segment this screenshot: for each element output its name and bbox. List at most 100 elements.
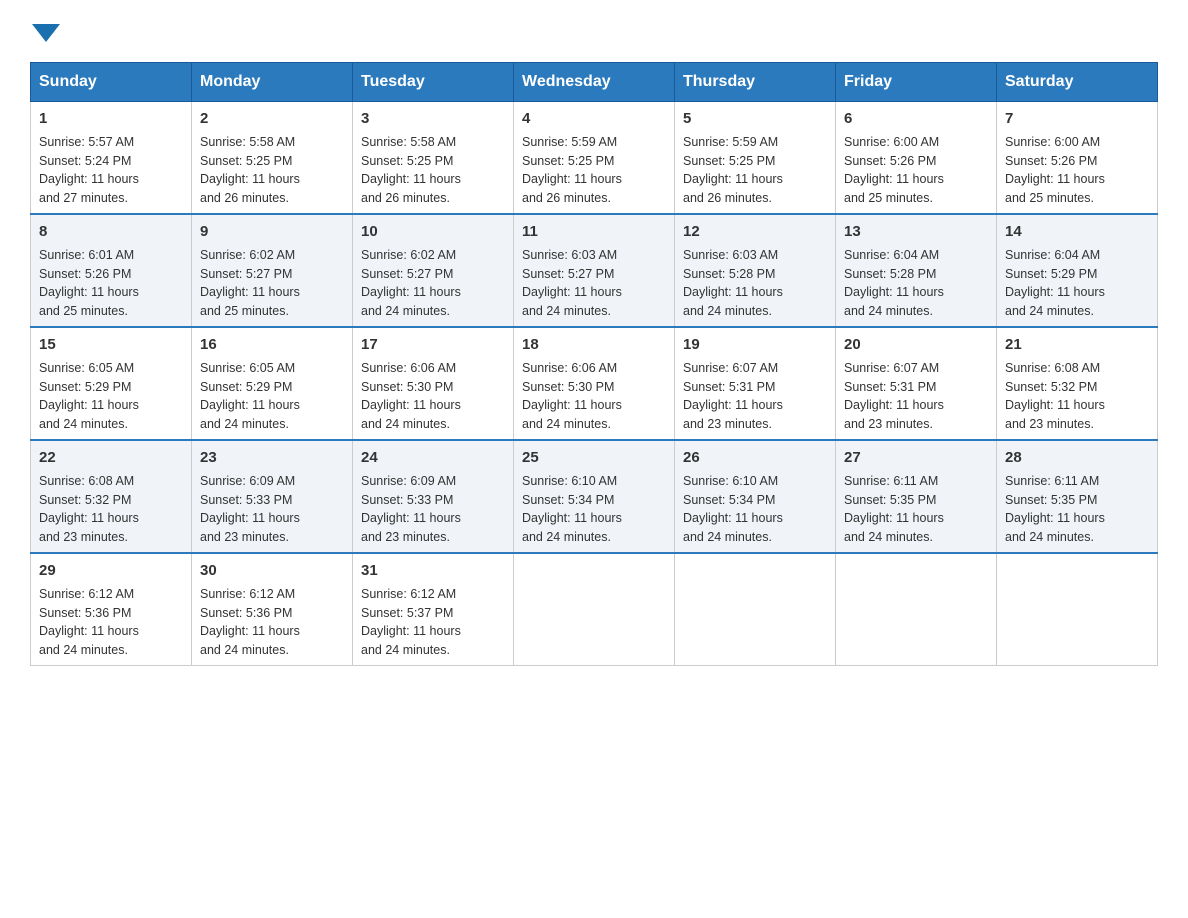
- day-number: 2: [200, 108, 344, 129]
- day-number: 11: [522, 221, 666, 242]
- day-number: 15: [39, 334, 183, 355]
- day-number: 16: [200, 334, 344, 355]
- day-number: 7: [1005, 108, 1149, 129]
- day-cell: 11 Sunrise: 6:03 AMSunset: 5:27 PMDaylig…: [514, 214, 675, 327]
- day-info: Sunrise: 6:11 AMSunset: 5:35 PMDaylight:…: [844, 474, 944, 544]
- day-info: Sunrise: 6:03 AMSunset: 5:27 PMDaylight:…: [522, 248, 622, 318]
- day-info: Sunrise: 5:58 AMSunset: 5:25 PMDaylight:…: [200, 135, 300, 205]
- day-cell: 21 Sunrise: 6:08 AMSunset: 5:32 PMDaylig…: [997, 327, 1158, 440]
- column-header-tuesday: Tuesday: [353, 63, 514, 102]
- day-number: 3: [361, 108, 505, 129]
- day-cell: 26 Sunrise: 6:10 AMSunset: 5:34 PMDaylig…: [675, 440, 836, 553]
- day-cell: 28 Sunrise: 6:11 AMSunset: 5:35 PMDaylig…: [997, 440, 1158, 553]
- day-cell: 17 Sunrise: 6:06 AMSunset: 5:30 PMDaylig…: [353, 327, 514, 440]
- day-info: Sunrise: 6:09 AMSunset: 5:33 PMDaylight:…: [200, 474, 300, 544]
- logo-arrow-icon: [32, 24, 60, 42]
- day-cell: 7 Sunrise: 6:00 AMSunset: 5:26 PMDayligh…: [997, 102, 1158, 215]
- day-number: 22: [39, 447, 183, 468]
- column-header-wednesday: Wednesday: [514, 63, 675, 102]
- day-info: Sunrise: 6:06 AMSunset: 5:30 PMDaylight:…: [522, 361, 622, 431]
- day-cell: 27 Sunrise: 6:11 AMSunset: 5:35 PMDaylig…: [836, 440, 997, 553]
- day-number: 1: [39, 108, 183, 129]
- week-row-4: 22 Sunrise: 6:08 AMSunset: 5:32 PMDaylig…: [31, 440, 1158, 553]
- day-info: Sunrise: 6:03 AMSunset: 5:28 PMDaylight:…: [683, 248, 783, 318]
- day-number: 30: [200, 560, 344, 581]
- day-info: Sunrise: 6:02 AMSunset: 5:27 PMDaylight:…: [361, 248, 461, 318]
- day-number: 12: [683, 221, 827, 242]
- day-number: 18: [522, 334, 666, 355]
- day-info: Sunrise: 6:07 AMSunset: 5:31 PMDaylight:…: [844, 361, 944, 431]
- day-number: 5: [683, 108, 827, 129]
- day-cell: 10 Sunrise: 6:02 AMSunset: 5:27 PMDaylig…: [353, 214, 514, 327]
- day-cell: 2 Sunrise: 5:58 AMSunset: 5:25 PMDayligh…: [192, 102, 353, 215]
- week-row-5: 29 Sunrise: 6:12 AMSunset: 5:36 PMDaylig…: [31, 553, 1158, 666]
- day-cell: 9 Sunrise: 6:02 AMSunset: 5:27 PMDayligh…: [192, 214, 353, 327]
- day-info: Sunrise: 5:59 AMSunset: 5:25 PMDaylight:…: [522, 135, 622, 205]
- calendar-table: SundayMondayTuesdayWednesdayThursdayFrid…: [30, 62, 1158, 666]
- day-cell: [836, 553, 997, 666]
- day-number: 26: [683, 447, 827, 468]
- column-header-sunday: Sunday: [31, 63, 192, 102]
- day-cell: 31 Sunrise: 6:12 AMSunset: 5:37 PMDaylig…: [353, 553, 514, 666]
- day-cell: [514, 553, 675, 666]
- day-info: Sunrise: 6:01 AMSunset: 5:26 PMDaylight:…: [39, 248, 139, 318]
- column-header-saturday: Saturday: [997, 63, 1158, 102]
- day-info: Sunrise: 6:08 AMSunset: 5:32 PMDaylight:…: [39, 474, 139, 544]
- day-number: 13: [844, 221, 988, 242]
- day-number: 8: [39, 221, 183, 242]
- day-cell: 12 Sunrise: 6:03 AMSunset: 5:28 PMDaylig…: [675, 214, 836, 327]
- day-cell: 4 Sunrise: 5:59 AMSunset: 5:25 PMDayligh…: [514, 102, 675, 215]
- day-number: 27: [844, 447, 988, 468]
- day-cell: 5 Sunrise: 5:59 AMSunset: 5:25 PMDayligh…: [675, 102, 836, 215]
- day-number: 19: [683, 334, 827, 355]
- week-row-1: 1 Sunrise: 5:57 AMSunset: 5:24 PMDayligh…: [31, 102, 1158, 215]
- day-info: Sunrise: 5:59 AMSunset: 5:25 PMDaylight:…: [683, 135, 783, 205]
- day-info: Sunrise: 6:10 AMSunset: 5:34 PMDaylight:…: [522, 474, 622, 544]
- day-info: Sunrise: 6:10 AMSunset: 5:34 PMDaylight:…: [683, 474, 783, 544]
- day-cell: 13 Sunrise: 6:04 AMSunset: 5:28 PMDaylig…: [836, 214, 997, 327]
- day-cell: 23 Sunrise: 6:09 AMSunset: 5:33 PMDaylig…: [192, 440, 353, 553]
- day-cell: 6 Sunrise: 6:00 AMSunset: 5:26 PMDayligh…: [836, 102, 997, 215]
- week-row-3: 15 Sunrise: 6:05 AMSunset: 5:29 PMDaylig…: [31, 327, 1158, 440]
- day-info: Sunrise: 6:00 AMSunset: 5:26 PMDaylight:…: [844, 135, 944, 205]
- day-cell: 8 Sunrise: 6:01 AMSunset: 5:26 PMDayligh…: [31, 214, 192, 327]
- logo: [30, 20, 60, 42]
- day-cell: 22 Sunrise: 6:08 AMSunset: 5:32 PMDaylig…: [31, 440, 192, 553]
- day-info: Sunrise: 6:09 AMSunset: 5:33 PMDaylight:…: [361, 474, 461, 544]
- day-number: 9: [200, 221, 344, 242]
- day-number: 14: [1005, 221, 1149, 242]
- day-cell: 29 Sunrise: 6:12 AMSunset: 5:36 PMDaylig…: [31, 553, 192, 666]
- day-number: 20: [844, 334, 988, 355]
- day-info: Sunrise: 6:04 AMSunset: 5:29 PMDaylight:…: [1005, 248, 1105, 318]
- day-number: 21: [1005, 334, 1149, 355]
- day-cell: 25 Sunrise: 6:10 AMSunset: 5:34 PMDaylig…: [514, 440, 675, 553]
- day-info: Sunrise: 6:11 AMSunset: 5:35 PMDaylight:…: [1005, 474, 1105, 544]
- header-row: SundayMondayTuesdayWednesdayThursdayFrid…: [31, 63, 1158, 102]
- day-cell: [997, 553, 1158, 666]
- column-header-thursday: Thursday: [675, 63, 836, 102]
- day-cell: 20 Sunrise: 6:07 AMSunset: 5:31 PMDaylig…: [836, 327, 997, 440]
- day-number: 24: [361, 447, 505, 468]
- day-info: Sunrise: 6:12 AMSunset: 5:36 PMDaylight:…: [39, 587, 139, 657]
- day-number: 23: [200, 447, 344, 468]
- day-cell: 30 Sunrise: 6:12 AMSunset: 5:36 PMDaylig…: [192, 553, 353, 666]
- day-info: Sunrise: 5:58 AMSunset: 5:25 PMDaylight:…: [361, 135, 461, 205]
- day-number: 25: [522, 447, 666, 468]
- day-cell: 15 Sunrise: 6:05 AMSunset: 5:29 PMDaylig…: [31, 327, 192, 440]
- day-number: 29: [39, 560, 183, 581]
- day-info: Sunrise: 6:04 AMSunset: 5:28 PMDaylight:…: [844, 248, 944, 318]
- day-info: Sunrise: 6:06 AMSunset: 5:30 PMDaylight:…: [361, 361, 461, 431]
- day-cell: 16 Sunrise: 6:05 AMSunset: 5:29 PMDaylig…: [192, 327, 353, 440]
- day-number: 6: [844, 108, 988, 129]
- day-info: Sunrise: 6:08 AMSunset: 5:32 PMDaylight:…: [1005, 361, 1105, 431]
- day-cell: 3 Sunrise: 5:58 AMSunset: 5:25 PMDayligh…: [353, 102, 514, 215]
- day-cell: 14 Sunrise: 6:04 AMSunset: 5:29 PMDaylig…: [997, 214, 1158, 327]
- day-info: Sunrise: 5:57 AMSunset: 5:24 PMDaylight:…: [39, 135, 139, 205]
- day-info: Sunrise: 6:12 AMSunset: 5:36 PMDaylight:…: [200, 587, 300, 657]
- logo-line1: [30, 20, 60, 42]
- day-cell: 19 Sunrise: 6:07 AMSunset: 5:31 PMDaylig…: [675, 327, 836, 440]
- day-info: Sunrise: 6:02 AMSunset: 5:27 PMDaylight:…: [200, 248, 300, 318]
- day-cell: [675, 553, 836, 666]
- page-header: [30, 20, 1158, 42]
- day-info: Sunrise: 6:07 AMSunset: 5:31 PMDaylight:…: [683, 361, 783, 431]
